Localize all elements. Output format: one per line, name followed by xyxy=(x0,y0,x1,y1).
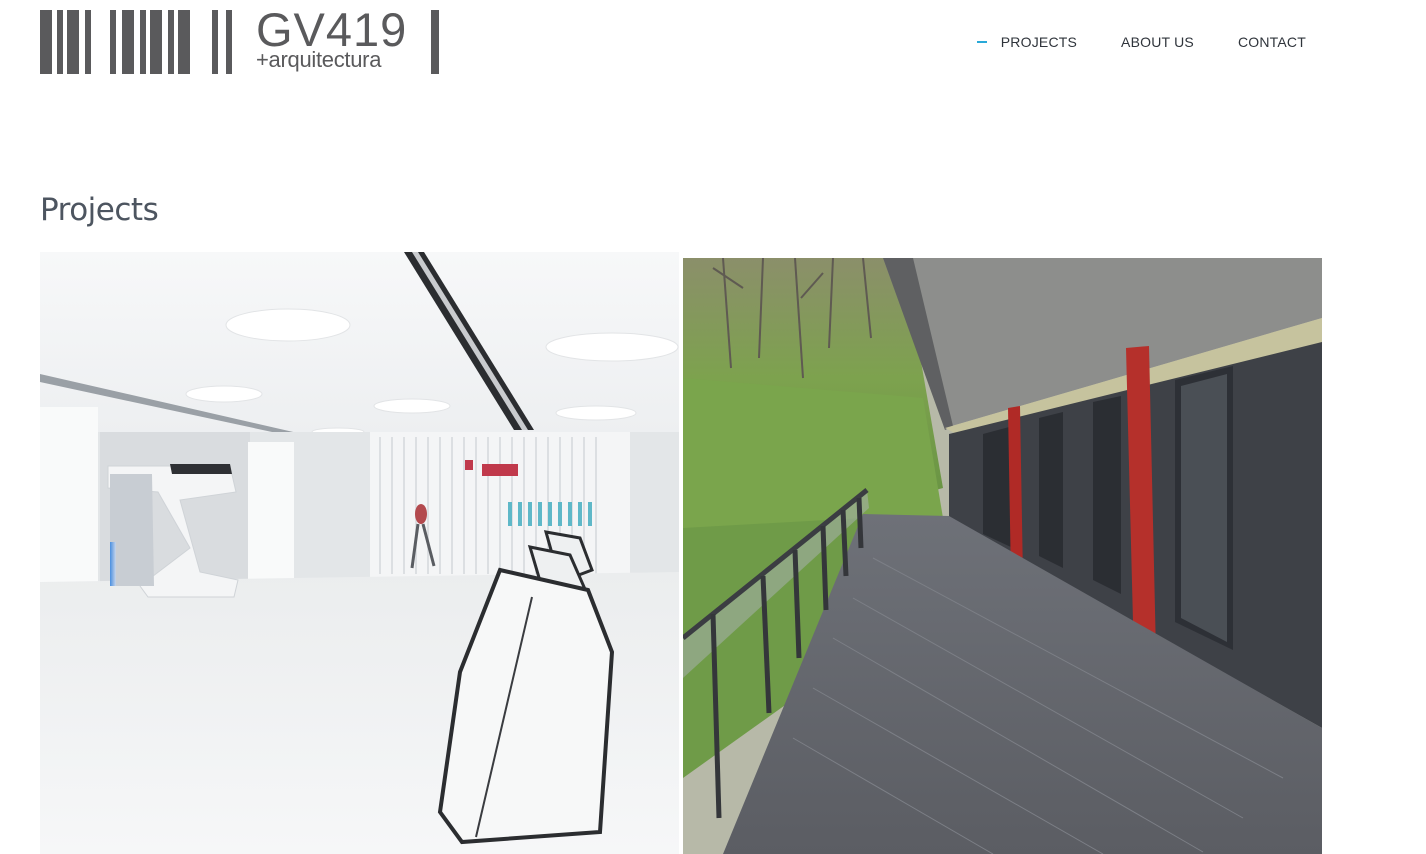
logo-bar xyxy=(67,10,79,74)
logo-bar xyxy=(85,10,91,74)
logo-bar xyxy=(110,10,116,74)
nav-item-projects[interactable]: PROJECTS xyxy=(976,34,1078,50)
logo-bar xyxy=(40,10,52,74)
logo-bar xyxy=(140,10,146,74)
logo-bar xyxy=(212,10,218,74)
nav-item-label: ABOUT US xyxy=(1121,34,1194,50)
nav-item-contact[interactable]: CONTACT xyxy=(1238,34,1306,50)
site-logo[interactable]: GV419 +arquitectura xyxy=(40,4,440,74)
nav-item-label: CONTACT xyxy=(1237,34,1306,50)
logo-wordmark: GV419 +arquitectura xyxy=(256,4,407,71)
white-interior-hall-photo xyxy=(40,252,679,854)
page-title: Projects xyxy=(40,192,159,228)
logo-bar xyxy=(431,10,439,74)
wooden-terrace-red-columns-photo xyxy=(683,258,1322,854)
project-card-2[interactable] xyxy=(683,258,1322,854)
logo-bar xyxy=(57,10,63,74)
logo-bar xyxy=(226,10,232,74)
logo-bar xyxy=(150,10,162,74)
logo-bar xyxy=(168,10,174,74)
main-nav: PROJECTS ABOUT US CONTACT xyxy=(933,34,1306,50)
active-marker xyxy=(976,41,987,43)
project-card-1[interactable] xyxy=(40,252,679,854)
logo-bar xyxy=(122,10,134,74)
nav-item-about-us[interactable]: ABOUT US xyxy=(1121,34,1194,50)
logo-bar xyxy=(178,10,190,74)
nav-item-label: PROJECTS xyxy=(1000,34,1078,50)
